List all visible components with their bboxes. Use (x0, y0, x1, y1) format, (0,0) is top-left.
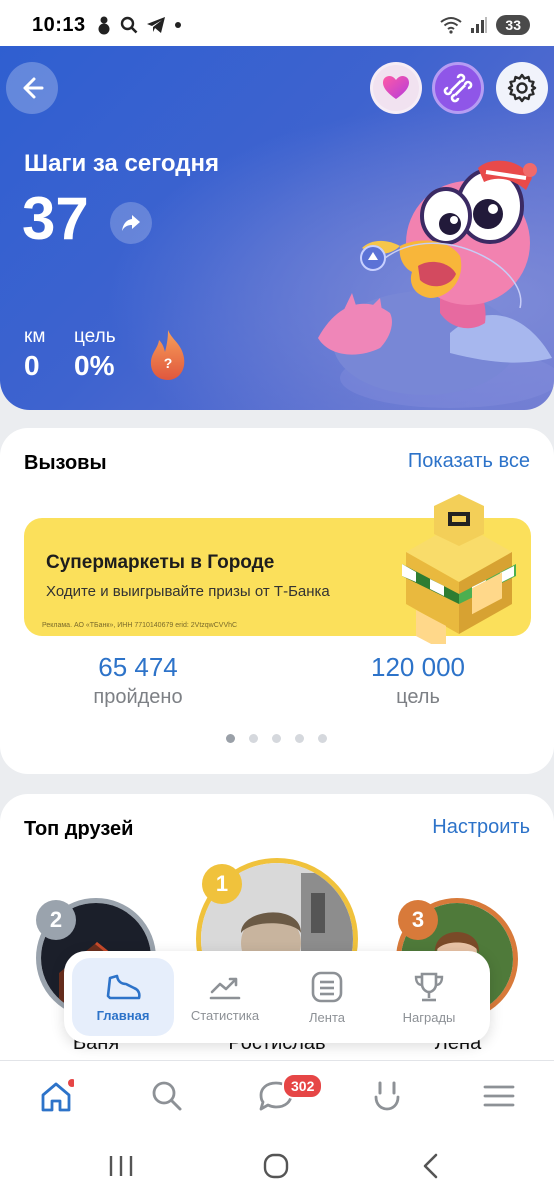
rank-badge: 2 (36, 900, 76, 940)
page-dot[interactable] (249, 734, 258, 743)
shoe-icon (106, 974, 141, 999)
rank-badge: 1 (202, 864, 242, 904)
chart-icon (209, 977, 241, 999)
app-bottom-nav: 302 (0, 1060, 554, 1134)
page-dot[interactable] (318, 734, 327, 743)
friends-title: Топ друзей (24, 818, 134, 840)
banner-title: Супермаркеты в Городе (46, 552, 275, 573)
messages-badge: 302 (282, 1073, 324, 1099)
show-all-link[interactable]: Показать все (408, 450, 530, 473)
settings-button[interactable] (496, 62, 548, 114)
flame-mark: ? (164, 355, 173, 371)
configure-link[interactable]: Настроить (432, 816, 530, 839)
page-dot[interactable] (226, 734, 235, 743)
wifi-icon (440, 17, 463, 34)
page-dot[interactable] (295, 734, 304, 743)
status-time: 10:13 (32, 13, 86, 36)
signal-icon (471, 17, 488, 33)
pet-button[interactable] (432, 62, 484, 114)
home-icon[interactable] (38, 1079, 74, 1115)
km-label: км (24, 326, 46, 347)
turkey-mascot-image (318, 160, 554, 408)
target-value: 120 000 (371, 652, 465, 682)
gear-icon (507, 73, 537, 103)
battery-indicator: 33 (496, 15, 530, 35)
steps-hero: Шаги за сегодня 37 км 0 цель 0% ? (0, 46, 554, 410)
banner-ad-note: Реклама. АО «ТБанк», ИНН 7710140679 erid… (42, 622, 238, 629)
streak-flame[interactable]: ? (146, 328, 190, 387)
status-bar: 10:13 33 (0, 0, 554, 50)
goal-value: 0% (74, 350, 115, 381)
search-icon[interactable] (150, 1079, 184, 1113)
tab-feed[interactable]: Лента (276, 958, 378, 1036)
feed-icon (311, 971, 343, 1002)
passed-value: 65 474 (98, 652, 178, 682)
steps-title: Шаги за сегодня (24, 150, 219, 177)
back-chevron-icon[interactable] (420, 1152, 442, 1180)
tab-label: Лента (309, 1009, 345, 1025)
arrow-left-icon (23, 77, 44, 99)
store-illustration (402, 494, 516, 644)
steps-count: 37 (22, 185, 89, 252)
tab-rewards[interactable]: Награды (378, 958, 480, 1036)
km-value: 0 (24, 350, 40, 381)
tab-label: Награды (402, 1009, 456, 1025)
dot-icon (174, 22, 181, 28)
recents-icon[interactable] (108, 1154, 134, 1178)
challenges-title: Вызовы (24, 452, 107, 474)
heart-icon (383, 76, 409, 99)
banner-subtitle: Ходите и выигрывайте призы от Т-Банка (46, 583, 330, 600)
steps-tab-bar: Главная Статистика Лента Награды (64, 951, 490, 1043)
tab-label: Главная (96, 1007, 150, 1023)
tab-label: Статистика (190, 1007, 260, 1023)
share-arrow-icon (122, 215, 140, 231)
back-button[interactable] (6, 62, 58, 114)
health-button[interactable] (370, 62, 422, 114)
share-button[interactable] (110, 202, 152, 244)
challenge-banner[interactable]: Супермаркеты в Городе Ходите и выигрывай… (24, 494, 531, 644)
telegram-icon (146, 17, 165, 33)
rank-badge: 3 (398, 900, 438, 940)
goal-label: цель (74, 326, 116, 347)
challenges-card: Вызовы Показать все Супермаркеты в Город… (0, 428, 554, 774)
passed-label: пройдено (93, 686, 183, 708)
carousel-pagination (226, 734, 327, 743)
trophy-icon (414, 972, 444, 1001)
status-icons (96, 15, 182, 35)
page-dot[interactable] (272, 734, 281, 743)
system-nav-bar (0, 1134, 554, 1200)
target-label: цель (396, 686, 440, 708)
tab-home[interactable]: Главная (72, 958, 174, 1036)
clips-icon[interactable] (370, 1079, 404, 1115)
search-icon (120, 16, 138, 34)
home-circle-icon[interactable] (262, 1152, 290, 1180)
snowman-icon (98, 16, 110, 35)
menu-icon[interactable] (482, 1079, 516, 1113)
bone-icon (443, 73, 473, 103)
flame-icon: ? (150, 330, 185, 380)
tab-statistics[interactable]: Статистика (174, 958, 276, 1036)
